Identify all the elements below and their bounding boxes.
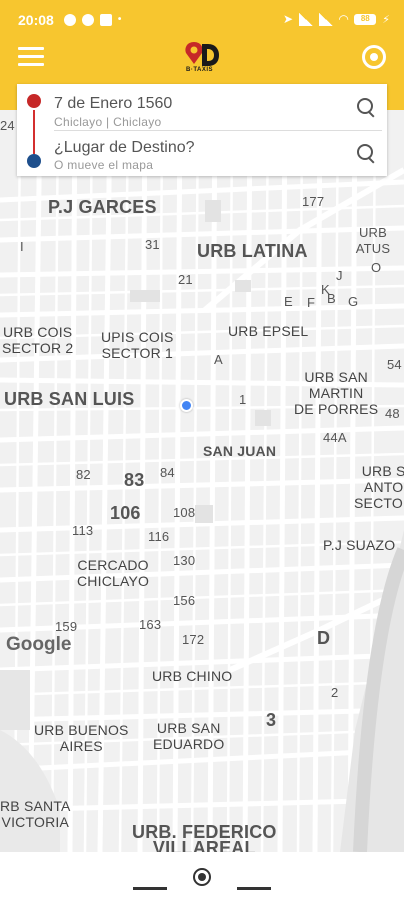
map-label-urb-san-martin: URB SAN MARTIN DE PORRES: [294, 369, 379, 417]
map-label-urb-san-luis: URB SAN LUIS: [4, 389, 135, 409]
map-label-num: 82: [76, 467, 91, 482]
app-screen: P.J GARCES 177 URB ATUS 24 I 31 URB LATI…: [0, 0, 404, 900]
map-label-num: 106: [110, 503, 141, 523]
map-label-urb-latina: URB LATINA: [197, 241, 308, 261]
map-label-urb-santo: URB SANTOSECTOR: [354, 463, 404, 511]
map-label-num: 84: [160, 465, 175, 480]
search-icon[interactable]: [357, 98, 377, 118]
home-button[interactable]: [193, 868, 211, 886]
map-label-num: 3: [266, 710, 277, 730]
route-search-card: 7 de Enero 1560 Chiclayo | Chiclayo ¿Lug…: [17, 84, 387, 176]
map-label-urb-buenos-aires: URB BUENOS AIRES: [34, 722, 129, 754]
map-label-pj-garces: P.J GARCES: [48, 197, 157, 217]
map-label-letter: O: [371, 260, 382, 275]
map-label-num: 163: [139, 617, 162, 632]
map-label-num: 24: [0, 118, 15, 133]
image-icon: [99, 14, 112, 26]
destination-pin-icon: [27, 154, 41, 168]
current-location-marker: [180, 399, 193, 412]
map-label-urb-chino: URB CHINO: [152, 668, 233, 684]
recents-button[interactable]: [237, 887, 271, 890]
map-label-num: 177: [302, 194, 325, 209]
map-label-letter: F: [307, 295, 316, 310]
map-label-pj-suazo: P.J SUAZO: [323, 537, 396, 553]
signal-icon: [319, 12, 334, 26]
map-label-cercado: CERCADO CHICLAYO: [77, 557, 150, 589]
map-label-upis-cois: UPIS COIS SECTOR 1: [101, 329, 174, 361]
map-label-urb-federico: URB. FEDERICO VILLAREAL: [132, 822, 277, 852]
notification-icon: [63, 14, 76, 26]
map-label-num: 54: [387, 357, 402, 372]
origin-city: Chiclayo | Chiclayo: [54, 115, 162, 129]
map-label-letter: G: [348, 294, 359, 309]
origin-address: 7 de Enero 1560: [54, 95, 173, 112]
dot-icon: •: [117, 14, 122, 25]
system-nav-bar: [0, 852, 404, 900]
origin-pin-icon: [27, 94, 41, 108]
map-label-urb-cois: URB COIS SECTOR 2: [2, 324, 74, 356]
charging-icon: ⚡: [382, 13, 390, 26]
wifi-icon: ◠: [339, 12, 349, 26]
map-label-urb-atus: URB ATUS: [355, 225, 391, 256]
map-label-num: 44A: [323, 430, 347, 445]
map-label-letter: I: [20, 239, 24, 254]
google-logo: Google: [6, 634, 72, 655]
map-label-num: 48: [385, 406, 400, 421]
map-label-letter: J: [336, 268, 343, 283]
app-logo: B·TAXIS: [182, 40, 222, 76]
map-label-num: 83: [124, 470, 145, 490]
my-location-icon[interactable]: [362, 45, 386, 69]
status-bar: 20:08 • ➤ ◠ 88 ⚡: [0, 0, 404, 40]
signal-icon: [299, 12, 314, 26]
map-label-num: 108: [173, 505, 196, 520]
map-label-letter: D: [317, 628, 331, 648]
battery-icon: 88: [354, 13, 377, 25]
map-label-num: 130: [173, 553, 196, 568]
logo-text: B·TAXIS: [186, 67, 214, 73]
map-label-num: 116: [148, 529, 170, 544]
map-label-letter: B: [327, 291, 336, 306]
destination-placeholder: ¿Lugar de Destino?: [54, 139, 195, 156]
map-label-num: 31: [145, 237, 160, 252]
location-arrow-icon: ➤: [282, 12, 294, 26]
map-label-urb-epsel: URB EPSEL: [228, 323, 309, 339]
map-label-letter: A: [214, 352, 223, 367]
map-label-num: 159: [55, 619, 78, 634]
destination-field[interactable]: ¿Lugar de Destino? O mueve el mapa: [17, 130, 387, 176]
back-button[interactable]: [133, 887, 167, 890]
map-label-letter: E: [284, 294, 293, 309]
map-label-num: 113: [72, 523, 94, 538]
map-label-san-juan: SAN JUAN: [203, 443, 277, 459]
notification-icons: •: [63, 14, 122, 26]
facebook-icon: [81, 14, 94, 26]
map-label-urb-santa-victoria: RB SANTA VICTORIA: [0, 798, 71, 830]
origin-field[interactable]: 7 de Enero 1560 Chiclayo | Chiclayo: [17, 84, 387, 130]
search-icon[interactable]: [357, 144, 377, 164]
map-label-num: 2: [331, 685, 339, 700]
destination-hint: O mueve el mapa: [54, 158, 154, 172]
map-label-urb-san-eduardo: URB SAN EDUARDO: [153, 720, 225, 752]
map-view[interactable]: P.J GARCES 177 URB ATUS 24 I 31 URB LATI…: [0, 110, 404, 852]
map-label-num: 1: [239, 392, 247, 407]
map-label-num: 172: [182, 632, 205, 647]
status-time: 20:08: [18, 12, 54, 28]
map-label-num: 21: [178, 272, 193, 287]
menu-icon[interactable]: [18, 47, 44, 67]
system-icons: ➤ ◠ 88 ⚡: [283, 12, 390, 26]
map-label-num: 156: [173, 593, 196, 608]
